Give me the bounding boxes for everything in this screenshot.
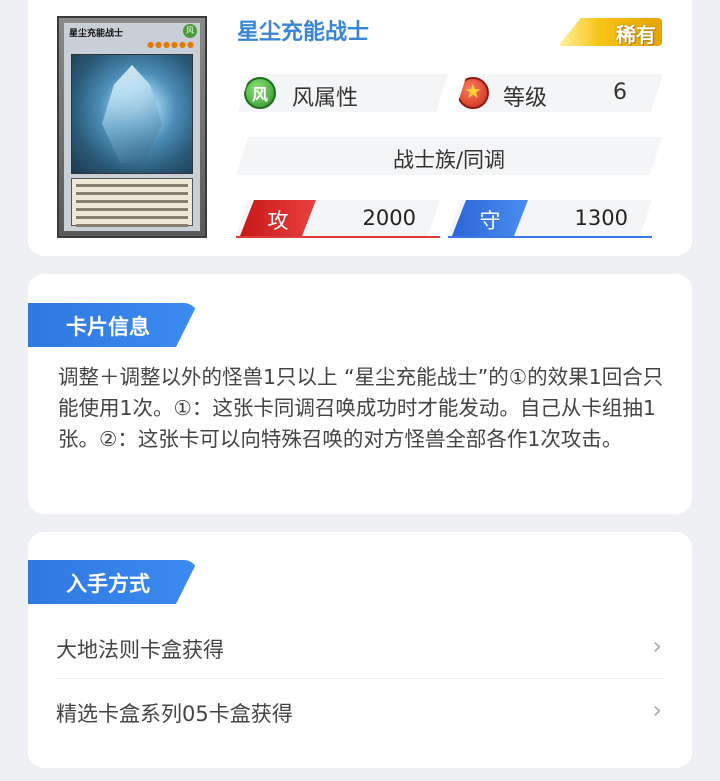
- obtain-item[interactable]: 大地法则卡盒获得 ›: [56, 614, 664, 679]
- attribute-pill: 风 风属性: [238, 74, 448, 112]
- card-name: 星尘充能战士: [237, 20, 370, 45]
- obtain-method-panel: 入手方式 大地法则卡盒获得 › 精选卡盒系列05卡盒获得 ›: [28, 532, 692, 768]
- card-image-stars: ●●●●●●: [147, 40, 195, 49]
- level-pill: ★ 等级 6: [455, 74, 663, 112]
- card-image[interactable]: 星尘充能战士 风 ●●●●●●: [57, 16, 207, 238]
- wind-attribute-icon: 风: [244, 77, 276, 109]
- card-info-section-header: 卡片信息: [28, 303, 198, 347]
- card-description: 调整＋调整以外的怪兽1只以上 “星尘充能战士”的①的效果1回合只能使用1次。①：…: [58, 365, 664, 451]
- card-info-panel: 卡片信息 调整＋调整以外的怪兽1只以上 “星尘充能战士”的①的效果1回合只能使用…: [28, 274, 692, 514]
- rarity-label: 稀有: [616, 23, 656, 47]
- attribute-label: 风属性: [292, 86, 359, 111]
- level-label: 等级: [503, 86, 548, 111]
- chevron-right-icon: ›: [652, 632, 662, 660]
- rarity-badge: 稀有: [558, 18, 662, 47]
- chevron-right-icon: ›: [652, 696, 662, 724]
- obtain-section-header: 入手方式: [28, 560, 198, 604]
- card-image-attribute: 风: [183, 24, 197, 38]
- race-label: 战士族/同调: [392, 148, 506, 172]
- level-star-icon: ★: [457, 77, 489, 109]
- obtain-item[interactable]: 精选卡盒系列05卡盒获得 ›: [56, 678, 664, 742]
- defense-value: 1300: [574, 206, 628, 230]
- card-summary-panel: 星尘充能战士 风 ●●●●●● 星尘充能战士 稀有 风 风属性 ★ 等级 6 战…: [28, 0, 692, 256]
- obtain-item-label: 大地法则卡盒获得: [56, 638, 224, 662]
- race-pill: 战士族/同调: [236, 137, 662, 175]
- defense-stat: 守 1300: [448, 200, 652, 238]
- card-image-text-box: [71, 178, 193, 227]
- level-value: 6: [613, 80, 627, 105]
- attack-stat: 攻 2000: [236, 200, 440, 238]
- card-artwork: [71, 54, 193, 174]
- card-image-name: 星尘充能战士: [69, 29, 124, 39]
- obtain-item-label: 精选卡盒系列05卡盒获得: [56, 702, 293, 726]
- attack-value: 2000: [362, 206, 416, 230]
